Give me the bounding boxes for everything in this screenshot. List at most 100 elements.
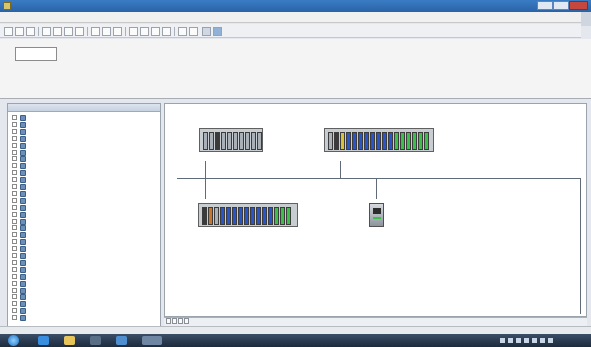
- view-icon[interactable]: [202, 27, 211, 36]
- expand-icon[interactable]: [12, 197, 17, 203]
- expand-icon[interactable]: [12, 149, 17, 155]
- upload-icon[interactable]: [151, 27, 160, 36]
- expand-icon[interactable]: [12, 308, 17, 314]
- rack-slot[interactable]: [239, 132, 244, 150]
- menu-item[interactable]: [118, 14, 130, 21]
- rack-slot[interactable]: [388, 132, 393, 150]
- expand-icon[interactable]: [12, 163, 17, 169]
- rack-slot[interactable]: [358, 132, 363, 150]
- tree-item[interactable]: [12, 170, 157, 177]
- tray-icon[interactable]: [524, 338, 529, 343]
- tree-item[interactable]: [12, 218, 157, 225]
- rack-slot[interactable]: [418, 132, 423, 150]
- rack-slot[interactable]: [244, 207, 249, 225]
- expand-icon[interactable]: [12, 128, 17, 134]
- tree-item[interactable]: [12, 197, 157, 204]
- rack-slot[interactable]: [215, 132, 220, 150]
- tree-item[interactable]: [12, 156, 157, 163]
- new-icon[interactable]: [4, 27, 13, 36]
- tree-item[interactable]: [12, 177, 157, 184]
- expand-icon[interactable]: [12, 315, 17, 321]
- rack-slot[interactable]: [251, 132, 256, 150]
- expand-icon[interactable]: [12, 280, 17, 286]
- expand-icon[interactable]: [12, 135, 17, 141]
- copy-icon[interactable]: [64, 27, 73, 36]
- menu-item[interactable]: [78, 14, 102, 21]
- tray-icon[interactable]: [548, 338, 553, 343]
- rack-slot[interactable]: [226, 207, 231, 225]
- folder-icon[interactable]: [64, 336, 75, 345]
- menu-item[interactable]: [104, 14, 116, 21]
- print-icon[interactable]: [42, 27, 51, 36]
- browser-icon[interactable]: [38, 336, 49, 345]
- tree-item[interactable]: [12, 128, 157, 135]
- rack-slot[interactable]: [203, 132, 208, 150]
- expand-icon[interactable]: [12, 184, 17, 189]
- rack-slot[interactable]: [208, 207, 213, 225]
- rack-slot[interactable]: [221, 132, 226, 150]
- tree-item[interactable]: [12, 211, 157, 218]
- rack-slot[interactable]: [233, 132, 238, 150]
- tree-item[interactable]: [12, 190, 157, 197]
- rack-slot[interactable]: [250, 207, 255, 225]
- expand-icon[interactable]: [12, 259, 17, 265]
- rack-slot[interactable]: [257, 132, 262, 150]
- tree-item[interactable]: [12, 239, 157, 246]
- expand-icon[interactable]: [12, 211, 17, 217]
- tree-item[interactable]: [12, 142, 157, 149]
- rack-slot[interactable]: [346, 132, 351, 150]
- redo-icon[interactable]: [102, 27, 111, 36]
- tree-item[interactable]: [12, 308, 157, 315]
- rack-slot[interactable]: [412, 132, 417, 150]
- rack-slot[interactable]: [227, 132, 232, 150]
- expand-icon[interactable]: [12, 225, 17, 231]
- tray-icon[interactable]: [508, 338, 513, 343]
- rack-slot[interactable]: [214, 207, 219, 225]
- rack-slot[interactable]: [262, 207, 267, 225]
- drive-module[interactable]: [369, 203, 384, 227]
- menu-item[interactable]: [28, 14, 40, 21]
- chassis-rack[interactable]: [324, 128, 434, 152]
- maximize-button[interactable]: [553, 1, 569, 10]
- tray-icon[interactable]: [540, 338, 545, 343]
- offline-checkbox[interactable]: [15, 47, 57, 61]
- rack-slot[interactable]: [202, 207, 207, 225]
- tree-item[interactable]: [12, 287, 157, 294]
- download-icon[interactable]: [140, 27, 149, 36]
- expand-icon[interactable]: [12, 239, 17, 245]
- tree-item[interactable]: [12, 115, 157, 121]
- save-icon[interactable]: [26, 27, 35, 36]
- paste-icon[interactable]: [75, 27, 84, 36]
- tray-icon[interactable]: [500, 338, 505, 343]
- tree-item[interactable]: [12, 149, 157, 156]
- menu-item[interactable]: [42, 14, 60, 21]
- tree-item[interactable]: [12, 301, 157, 308]
- expand-icon[interactable]: [12, 190, 17, 196]
- tray-icon[interactable]: [532, 338, 537, 343]
- expand-icon[interactable]: [12, 218, 17, 224]
- rack-slot[interactable]: [274, 207, 279, 225]
- tree-item[interactable]: [12, 315, 157, 322]
- rack-slot[interactable]: [340, 132, 345, 150]
- expand-icon[interactable]: [12, 246, 17, 252]
- rack-slot[interactable]: [394, 132, 399, 150]
- open-icon[interactable]: [15, 27, 24, 36]
- expand-icon[interactable]: [12, 177, 17, 183]
- rack-slot[interactable]: [232, 207, 237, 225]
- tree-item[interactable]: [12, 204, 157, 211]
- tab-last-icon[interactable]: [184, 318, 189, 324]
- clock[interactable]: [562, 336, 586, 345]
- help-icon[interactable]: [189, 27, 198, 36]
- rack-slot[interactable]: [364, 132, 369, 150]
- rack-slot[interactable]: [352, 132, 357, 150]
- rack-slot[interactable]: [400, 132, 405, 150]
- rack-slot[interactable]: [286, 207, 291, 225]
- usage-option[interactable]: [66, 50, 176, 55]
- tree-item[interactable]: [12, 184, 157, 190]
- tab-prev-icon[interactable]: [172, 318, 177, 324]
- start-button[interactable]: [8, 335, 19, 346]
- rack-slot[interactable]: [382, 132, 387, 150]
- chassis-rack[interactable]: [198, 203, 298, 227]
- expand-icon[interactable]: [12, 294, 17, 300]
- expand-icon[interactable]: [12, 232, 17, 238]
